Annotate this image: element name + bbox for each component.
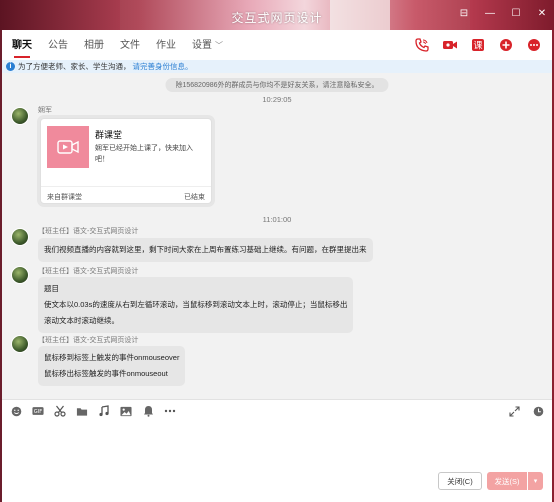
expand-icon[interactable]: [508, 405, 520, 417]
title-bar: 交互式网页设计 ⊟ — ☐ ✕: [0, 0, 554, 30]
card-divider: [41, 186, 211, 187]
video-call-icon[interactable]: [442, 37, 458, 53]
more-icon[interactable]: [526, 37, 542, 53]
complete-identity-link[interactable]: 请完善身份信息。: [133, 61, 193, 72]
chevron-down-icon: ▾: [533, 478, 538, 485]
tab-bar: 聊天 公告 相册 文件 作业 设置 ﹀ 课: [2, 30, 552, 60]
maximize-icon[interactable]: ☐: [510, 8, 522, 19]
tab-album-label: 相册: [84, 40, 104, 51]
avatar[interactable]: [11, 335, 29, 353]
tab-homework[interactable]: 作业: [156, 30, 176, 60]
svg-text:GIF: GIF: [34, 409, 42, 415]
pin-icon[interactable]: ⊟: [458, 8, 470, 19]
bell-icon[interactable]: [142, 405, 154, 417]
tab-settings[interactable]: 设置 ﹀: [192, 30, 223, 60]
add-icon[interactable]: [498, 37, 514, 53]
history-icon[interactable]: [532, 405, 544, 417]
scissors-icon[interactable]: [54, 405, 66, 417]
class-icon[interactable]: 课: [470, 37, 486, 53]
identity-notice: i 为了方便老师、家长、学生沟通， 请完善身份信息。: [2, 60, 552, 73]
tab-files-label: 文件: [120, 40, 140, 51]
avatar[interactable]: [11, 228, 29, 246]
avatar[interactable]: [11, 107, 29, 125]
video-thumbnail: [47, 126, 89, 168]
window-controls: ⊟ — ☐ ✕: [458, 8, 548, 19]
send-button-label: 发送(S): [494, 476, 520, 486]
card-source: 来自群课堂: [47, 194, 82, 201]
message-text: 鼠标移出标签触发的事件onmouseout: [44, 369, 168, 378]
tab-album[interactable]: 相册: [84, 30, 104, 60]
tab-chat[interactable]: 聊天: [12, 30, 32, 60]
message-toolbar: GIF: [10, 405, 176, 417]
video-icon: [57, 140, 79, 154]
notice-text: 为了方便老师、家长、学生沟通，: [18, 62, 131, 71]
message-bubble[interactable]: 我们视频直播的内容就到这里，剩下时间大家在上周布置练习基础上继续。有问题，在群里…: [38, 238, 373, 262]
tab-settings-label: 设置: [192, 40, 212, 51]
tab-chat-label: 聊天: [12, 40, 32, 51]
toolbar-right: [508, 405, 544, 417]
image-icon[interactable]: [120, 405, 132, 417]
avatar[interactable]: [11, 266, 29, 284]
message-text: 题目: [44, 284, 59, 293]
gif-icon[interactable]: GIF: [32, 405, 44, 417]
chevron-down-icon: ﹀: [215, 41, 223, 50]
svg-text:课: 课: [473, 41, 482, 52]
tab-announcement[interactable]: 公告: [48, 30, 68, 60]
emoji-icon[interactable]: [10, 405, 22, 417]
message-text: 鼠标移到标签上触发的事件onmouseover: [44, 353, 180, 362]
tab-homework-label: 作业: [156, 40, 176, 51]
music-icon[interactable]: [98, 405, 110, 417]
tab-files[interactable]: 文件: [120, 30, 140, 60]
chat-area[interactable]: 除156820986外的群成员与你均不是好友关系，请注意隐私安全。 10:29:…: [2, 73, 552, 399]
send-options-dropdown[interactable]: ▾: [527, 472, 543, 490]
close-icon[interactable]: ✕: [536, 8, 548, 19]
privacy-notice: 除156820986外的群成员与你均不是好友关系，请注意隐私安全。: [165, 78, 389, 92]
header-actions: 课: [414, 37, 542, 53]
sender-name: 【班主任】语文-交互式网页设计: [38, 337, 139, 344]
send-button[interactable]: 发送(S) ▾: [487, 472, 543, 490]
sender-name: 【班主任】语文-交互式网页设计: [38, 228, 139, 235]
phone-icon[interactable]: [414, 37, 430, 53]
input-pane: GIF 关闭(C) 发送(S) ▾: [2, 399, 552, 502]
timestamp: 10:29:05: [262, 95, 292, 104]
message-bubble[interactable]: 鼠标移到标签上触发的事件onmouseover 鼠标移出标签触发的事件onmou…: [38, 346, 186, 386]
card-description: 娴军已经开始上课了，快来加入吧！: [95, 145, 193, 163]
sender-name: 【班主任】语文-交互式网页设计: [38, 268, 139, 275]
card-title: 群课堂: [95, 130, 123, 140]
more-icon[interactable]: [164, 405, 176, 417]
tab-announcement-label: 公告: [48, 40, 68, 51]
folder-icon[interactable]: [76, 405, 88, 417]
close-button[interactable]: 关闭(C): [438, 472, 482, 490]
message-text: 使文本以0.03s的速度从右到左循环滚动，当鼠标移到滚动文本上时，滚动停止；当鼠…: [44, 300, 348, 309]
message-text: 我们视频直播的内容就到这里，剩下时间大家在上周布置练习基础上继续。有问题，在群里…: [44, 245, 367, 254]
timestamp: 11:01:00: [262, 215, 292, 224]
message-text: 滚动文本时滚动继续。: [44, 316, 119, 325]
message-bubble[interactable]: 题目 使文本以0.03s的速度从右到左循环滚动，当鼠标移到滚动文本上时，滚动停止…: [38, 277, 354, 333]
card-status: 已结束: [184, 194, 205, 201]
info-icon: i: [6, 62, 15, 71]
sender-name: 娴军: [38, 107, 52, 114]
group-class-card[interactable]: 群课堂 娴军已经开始上课了，快来加入吧！ 来自群课堂 已结束: [40, 118, 212, 204]
minimize-icon[interactable]: —: [484, 8, 496, 19]
